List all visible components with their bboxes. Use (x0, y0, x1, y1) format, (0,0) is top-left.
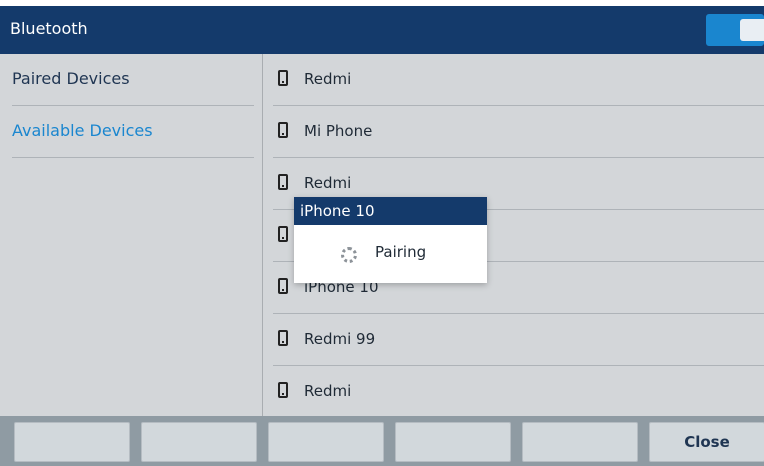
toggle-knob (740, 19, 764, 41)
sidebar-item-available-devices[interactable]: Available Devices (12, 106, 254, 158)
dialog-title-bar: iPhone 10 (294, 197, 487, 225)
dialog-title: iPhone 10 (300, 202, 375, 220)
softkey-3[interactable] (268, 422, 384, 462)
phone-icon (278, 122, 288, 138)
close-button[interactable]: Close (649, 422, 764, 462)
device-name: Redmi (304, 382, 352, 400)
page-title: Bluetooth (10, 19, 88, 38)
sidebar-item-paired-devices[interactable]: Paired Devices (12, 54, 254, 106)
sidebar: Paired Devices Available Devices (0, 54, 263, 416)
header-bar: Bluetooth (0, 6, 764, 54)
pairing-dialog: iPhone 10 Pairing (294, 197, 487, 283)
pairing-status: Pairing (375, 243, 427, 261)
softkey-bar: Close (0, 416, 764, 466)
phone-icon (278, 330, 288, 346)
device-name: Redmi (304, 70, 352, 88)
phone-icon (278, 70, 288, 86)
phone-icon (278, 382, 288, 398)
dialog-body: Pairing (294, 225, 487, 283)
loading-spinner-icon (341, 247, 357, 263)
device-row[interactable]: Redmi 99 (273, 314, 764, 366)
softkey-5[interactable] (522, 422, 638, 462)
phone-icon (278, 278, 288, 294)
phone-icon (278, 226, 288, 242)
device-row[interactable]: Redmi (273, 366, 764, 416)
softkey-1[interactable] (14, 422, 130, 462)
bluetooth-toggle[interactable] (706, 14, 764, 46)
device-name: Mi Phone (304, 122, 373, 140)
softkey-2[interactable] (141, 422, 257, 462)
device-row[interactable]: Mi Phone (273, 106, 764, 158)
phone-icon (278, 174, 288, 190)
device-row[interactable]: Redmi (273, 54, 764, 106)
device-name: Redmi 99 (304, 330, 376, 348)
softkey-4[interactable] (395, 422, 511, 462)
